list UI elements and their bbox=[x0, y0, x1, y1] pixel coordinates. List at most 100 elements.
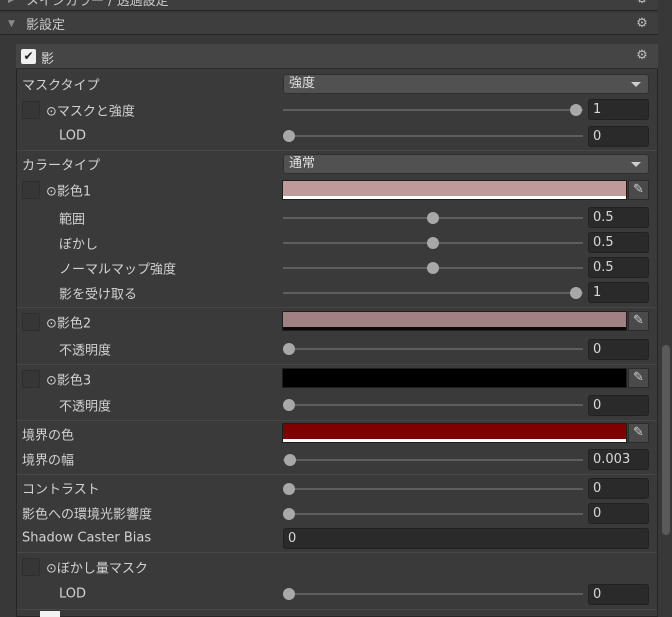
shadow-color3-field[interactable] bbox=[282, 368, 627, 388]
texture-slot-icon[interactable] bbox=[22, 313, 40, 331]
lod-slider[interactable] bbox=[283, 130, 583, 142]
gear-icon[interactable]: ⚙ bbox=[636, 49, 648, 62]
section-header-shadow-settings[interactable]: ▼ 影設定 ⚙ bbox=[0, 13, 658, 35]
section-title: 影設定 bbox=[26, 18, 66, 33]
gear-icon[interactable]: ⚙ bbox=[636, 0, 648, 6]
border-color-label: 境界の色 bbox=[22, 428, 75, 444]
opacity3-slider[interactable] bbox=[283, 399, 583, 411]
shadow-color2-field[interactable] bbox=[282, 311, 627, 331]
lod2-label: LOD bbox=[59, 586, 87, 602]
eyedropper-icon[interactable]: ✎ bbox=[628, 180, 649, 200]
lod-field[interactable]: 0 bbox=[588, 126, 649, 147]
contrast-field[interactable]: 0 bbox=[588, 478, 649, 499]
expand-arrow-icon[interactable]: ▼ bbox=[8, 19, 18, 29]
receive-shadow-label: 影を受け取る bbox=[59, 287, 138, 303]
range-label: 範囲 bbox=[59, 212, 86, 228]
divider bbox=[17, 364, 657, 365]
divider bbox=[17, 420, 657, 421]
slider-handle[interactable] bbox=[283, 483, 295, 495]
slider-handle[interactable] bbox=[283, 399, 295, 411]
slider-handle[interactable] bbox=[283, 343, 295, 355]
eyedropper-icon[interactable]: ✎ bbox=[628, 423, 649, 443]
section-header-main-color[interactable]: ▶ メインカラー / 透過設定 ⚙ bbox=[0, 0, 658, 11]
color-type-label: カラータイプ bbox=[22, 158, 101, 174]
opacity2-field[interactable]: 0 bbox=[588, 339, 649, 360]
shadow-panel-header: ⚙ bbox=[16, 44, 658, 69]
slider-handle[interactable] bbox=[427, 262, 439, 274]
range-slider[interactable] bbox=[283, 212, 583, 224]
divider bbox=[17, 552, 657, 553]
shadow-color2-label: ⊙影色2 bbox=[46, 316, 92, 332]
lod2-field[interactable]: 0 bbox=[588, 584, 649, 605]
normal-map-slider[interactable] bbox=[283, 262, 583, 274]
normal-map-label: ノーマルマップ強度 bbox=[59, 262, 177, 278]
receive-shadow-field[interactable]: 1 bbox=[588, 282, 649, 303]
mask-type-label: マスクタイプ bbox=[22, 78, 100, 94]
slider-handle[interactable] bbox=[283, 508, 295, 520]
blur-mask-label: ⊙ぼかし量マスク bbox=[46, 561, 148, 577]
texture-slot-icon[interactable] bbox=[22, 181, 40, 199]
collapse-arrow-icon[interactable]: ▶ bbox=[8, 0, 18, 5]
shadow-enable-checkbox[interactable]: ✔ bbox=[21, 49, 36, 64]
border-width-label: 境界の幅 bbox=[22, 453, 75, 469]
texture-slot-icon[interactable] bbox=[22, 558, 40, 576]
mask-type-dropdown[interactable]: 強度 bbox=[283, 74, 649, 94]
contrast-slider[interactable] bbox=[283, 483, 583, 495]
range-field[interactable]: 0.5 bbox=[588, 207, 649, 228]
opacity2-slider[interactable] bbox=[283, 343, 583, 355]
slider-handle[interactable] bbox=[283, 130, 295, 142]
shadow-color1-field[interactable] bbox=[282, 180, 627, 200]
chevron-down-icon bbox=[631, 162, 641, 167]
border-width-field[interactable]: 0.003 bbox=[588, 449, 649, 470]
eyedropper-icon[interactable]: ✎ bbox=[628, 311, 649, 331]
panel-title: 影 bbox=[41, 52, 55, 67]
divider bbox=[17, 150, 657, 151]
slider-handle[interactable] bbox=[570, 287, 582, 299]
blur-slider[interactable] bbox=[283, 237, 583, 249]
normal-map-field[interactable]: 0.5 bbox=[588, 257, 649, 278]
dropdown-value: 通常 bbox=[289, 156, 316, 171]
caster-bias-label: Shadow Caster Bias bbox=[22, 530, 152, 546]
slider-handle[interactable] bbox=[427, 212, 439, 224]
env-light-slider[interactable] bbox=[283, 508, 583, 520]
caster-bias-field[interactable]: 0 bbox=[283, 528, 649, 549]
env-light-field[interactable]: 0 bbox=[588, 503, 649, 524]
mask-strength-field[interactable]: 1 bbox=[588, 99, 649, 120]
receive-shadow-slider[interactable] bbox=[283, 287, 583, 299]
opacity3-field[interactable]: 0 bbox=[588, 395, 649, 416]
blur-label: ぼかし bbox=[59, 237, 99, 253]
lod2-slider[interactable] bbox=[283, 588, 583, 600]
border-width-slider[interactable] bbox=[283, 454, 583, 466]
shadow-color1-label: ⊙影色1 bbox=[46, 184, 92, 200]
contrast-label: コントラスト bbox=[22, 482, 100, 498]
lod-label: LOD bbox=[59, 128, 87, 144]
slider-handle[interactable] bbox=[284, 454, 296, 466]
next-item-swatch[interactable] bbox=[40, 611, 60, 617]
divider bbox=[17, 307, 657, 308]
shadow-color3-label: ⊙影色3 bbox=[46, 373, 92, 389]
alpha-bar bbox=[283, 384, 626, 387]
alpha-bar bbox=[283, 439, 626, 442]
env-light-label: 影色への環境光影響度 bbox=[22, 507, 153, 523]
chevron-down-icon bbox=[631, 82, 641, 87]
alpha-bar bbox=[283, 196, 626, 199]
slider-handle[interactable] bbox=[570, 104, 582, 116]
opacity2-label: 不透明度 bbox=[59, 343, 112, 359]
slider-handle[interactable] bbox=[283, 588, 295, 600]
section-title: メインカラー / 透過設定 bbox=[26, 0, 169, 9]
texture-slot-icon[interactable] bbox=[22, 101, 40, 119]
mask-strength-slider[interactable] bbox=[283, 104, 583, 116]
alpha-bar bbox=[283, 327, 626, 330]
texture-slot-icon[interactable] bbox=[22, 370, 40, 388]
scrollbar[interactable] bbox=[662, 345, 670, 535]
slider-handle[interactable] bbox=[427, 237, 439, 249]
eyedropper-icon[interactable]: ✎ bbox=[628, 368, 649, 388]
border-color-field[interactable] bbox=[282, 423, 627, 443]
blur-field[interactable]: 0.5 bbox=[588, 232, 649, 253]
gear-icon[interactable]: ⚙ bbox=[636, 17, 648, 30]
dropdown-value: 強度 bbox=[289, 76, 316, 91]
opacity3-label: 不透明度 bbox=[59, 399, 112, 415]
color-type-dropdown[interactable]: 通常 bbox=[283, 154, 649, 174]
divider bbox=[17, 609, 657, 610]
mask-strength-label: ⊙マスクと強度 bbox=[46, 104, 135, 120]
